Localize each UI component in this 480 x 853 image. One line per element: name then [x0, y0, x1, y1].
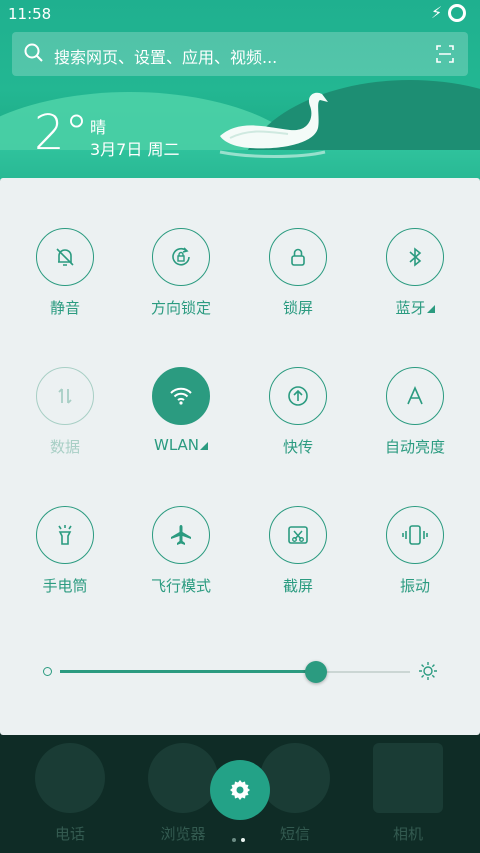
messages-icon — [260, 743, 330, 813]
weather-date: 3月7日 周二 — [90, 140, 180, 159]
tile-bluetooth-button[interactable] — [386, 228, 444, 286]
dock-app-label: 浏览器 — [160, 825, 206, 843]
tile-lock-screen-button[interactable] — [269, 228, 327, 286]
brightness-high-icon — [419, 662, 437, 680]
tile-vibrate-button[interactable] — [386, 506, 444, 564]
flashlight-icon — [58, 525, 72, 545]
tile-flashlight-button[interactable] — [36, 506, 94, 564]
tile-auto-brightness-label: 自动亮度 — [384, 438, 445, 456]
brightness-thumb[interactable] — [304, 661, 327, 683]
browser-icon — [148, 743, 218, 813]
search-icon — [24, 43, 43, 62]
tile-mute-label: 静音 — [49, 299, 80, 317]
battery-icon — [448, 4, 466, 22]
tile-wlan-label-text: WLAN — [153, 436, 199, 454]
vibrate-icon — [402, 525, 428, 545]
screenshot-icon — [288, 526, 308, 544]
quick-settings-panel: 静音 方向锁定 锁屏 蓝牙 数据 WLAN 快传 自动亮度 手电筒 飞行模式 截… — [0, 178, 480, 735]
tile-airplane-mode[interactable]: 飞行模式 — [126, 506, 236, 606]
wifi-icon — [170, 387, 192, 405]
settings-button[interactable] — [210, 760, 270, 820]
status-time: 11:58 — [8, 5, 52, 23]
tile-bluetooth[interactable]: 蓝牙 — [360, 228, 470, 328]
tile-rotation-lock-button[interactable] — [152, 228, 210, 286]
scan-icon[interactable] — [435, 44, 455, 64]
tile-screenshot-button[interactable] — [269, 506, 327, 564]
bell-off-icon — [56, 248, 74, 266]
status-bar: 11:58 ⚡ — [0, 0, 480, 28]
tile-lock-screen[interactable]: 锁屏 — [243, 228, 353, 328]
tile-auto-brightness-button[interactable] — [386, 367, 444, 425]
tile-bluetooth-label: 蓝牙 — [360, 297, 470, 318]
tile-vibrate-label: 振动 — [399, 577, 430, 595]
dock: 电话 浏览器 短信 相机 — [0, 735, 480, 853]
padlock-icon — [291, 248, 305, 266]
tile-flashlight[interactable]: 手电筒 — [10, 506, 120, 606]
tile-rotation-lock[interactable]: 方向锁定 — [126, 228, 236, 328]
tile-bluetooth-label-text: 蓝牙 — [395, 299, 426, 317]
search-placeholder: 搜索网页、设置、应用、视频... — [54, 48, 278, 67]
airplane-icon — [171, 525, 191, 545]
brightness-slider[interactable] — [40, 660, 440, 684]
auto-brightness-icon — [407, 386, 423, 405]
data-arrows-icon — [58, 388, 72, 404]
weather-condition: 晴 — [90, 118, 107, 137]
dock-app-label: 相机 — [392, 825, 423, 843]
tile-screenshot[interactable]: 截屏 — [243, 506, 353, 606]
quick-send-icon — [288, 386, 308, 406]
dock-app-label: 短信 — [279, 825, 310, 843]
tile-vibrate[interactable]: 振动 — [360, 506, 470, 606]
tile-wlan-button[interactable] — [152, 367, 210, 425]
tile-airplane-mode-button[interactable] — [152, 506, 210, 564]
tile-screenshot-label: 截屏 — [282, 577, 313, 595]
menu-indicator-icon — [200, 442, 208, 450]
page-dot — [232, 838, 236, 842]
tile-mute[interactable]: 静音 — [10, 228, 120, 328]
phone-icon — [35, 743, 105, 813]
rotation-lock-icon — [172, 247, 190, 266]
menu-indicator-icon — [426, 305, 435, 313]
tile-lock-screen-label: 锁屏 — [282, 299, 313, 317]
tile-rotation-lock-label: 方向锁定 — [150, 299, 211, 317]
tile-wlan-label: WLAN — [126, 436, 236, 454]
camera-icon — [373, 743, 443, 813]
search-bar[interactable]: 搜索网页、设置、应用、视频... — [12, 32, 468, 76]
tile-wlan[interactable]: WLAN — [126, 367, 236, 467]
gear-icon — [230, 780, 250, 800]
weather-temperature: 2° — [34, 105, 89, 161]
tile-flashlight-label: 手电筒 — [42, 577, 88, 595]
brightness-fill — [60, 670, 316, 673]
tile-quick-send-button[interactable] — [269, 367, 327, 425]
bluetooth-icon — [409, 247, 422, 267]
tile-mobile-data[interactable]: 数据 — [10, 367, 120, 467]
tile-auto-brightness[interactable]: 自动亮度 — [360, 367, 470, 467]
swan-illustration — [219, 92, 328, 158]
brightness-low-icon — [43, 667, 52, 676]
tile-quick-send-label: 快传 — [282, 438, 313, 456]
tile-airplane-mode-label: 飞行模式 — [150, 577, 211, 595]
tile-mute-button[interactable] — [36, 228, 94, 286]
tile-mobile-data-label: 数据 — [49, 438, 80, 456]
page-dot-active — [241, 838, 245, 842]
charging-icon: ⚡ — [431, 3, 443, 22]
tile-mobile-data-button[interactable] — [36, 367, 94, 425]
page-indicator — [232, 827, 250, 846]
tile-quick-send[interactable]: 快传 — [243, 367, 353, 467]
dock-app-label: 电话 — [54, 825, 85, 843]
